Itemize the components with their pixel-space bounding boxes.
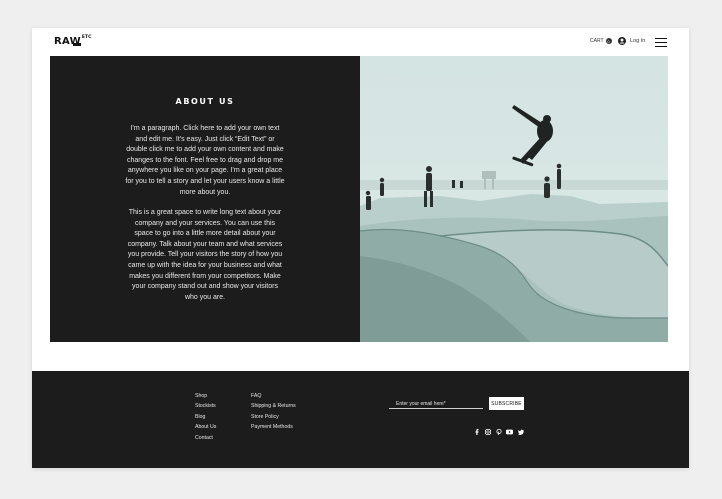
footer-link-contact[interactable]: Contact — [195, 435, 216, 442]
footer-link-stockists[interactable]: Stockists — [195, 403, 216, 410]
cart-label: CART — [590, 38, 604, 44]
youtube-icon[interactable] — [506, 428, 513, 435]
footer-link-about-us[interactable]: About Us — [195, 424, 216, 431]
hamburger-menu-icon[interactable] — [655, 38, 667, 48]
footer-link-shop[interactable]: Shop — [195, 393, 216, 400]
footer-links-column-1: Shop Stockists Blog About Us Contact — [195, 393, 216, 442]
login-label: Log In — [630, 38, 646, 44]
site-header: RAW ETC CART 0 Log In — [32, 28, 689, 56]
about-section: ABOUT US I'm a paragraph. Click here to … — [50, 56, 360, 342]
social-icons — [473, 428, 524, 435]
twitter-icon[interactable] — [517, 428, 524, 435]
footer-link-faq[interactable]: FAQ — [251, 393, 296, 400]
facebook-icon[interactable] — [473, 428, 480, 435]
about-title: ABOUT US — [175, 97, 235, 106]
about-paragraph-1: I'm a paragraph. Click here to add your … — [125, 125, 285, 196]
pinterest-icon[interactable] — [495, 428, 502, 435]
site-footer: Shop Stockists Blog About Us Contact FAQ… — [32, 371, 689, 468]
skatepark-illustration — [360, 56, 668, 342]
about-paragraph-2: This is a great space to write long text… — [127, 209, 283, 301]
email-input[interactable]: Enter your email here* — [389, 399, 483, 409]
cart-count-badge: 0 — [605, 38, 612, 44]
logo-bar — [73, 43, 81, 46]
login-button[interactable]: Log In — [618, 37, 645, 45]
instagram-icon[interactable] — [484, 428, 491, 435]
footer-link-shipping-returns[interactable]: Shipping & Returns — [251, 403, 296, 410]
footer-link-payment-methods[interactable]: Payment Methods — [251, 424, 296, 431]
user-icon — [618, 37, 626, 45]
subscribe-button[interactable]: SUBSCRIBE — [489, 397, 524, 410]
footer-links-column-2: FAQ Shipping & Returns Store Policy Paym… — [251, 393, 296, 431]
website-page: RAW ETC CART 0 Log In ABOUT US I'm a par… — [32, 28, 689, 468]
logo-superscript: ETC — [81, 35, 92, 40]
skatepark-photo — [360, 56, 668, 342]
cart-button[interactable]: CART 0 — [590, 38, 612, 44]
footer-link-store-policy[interactable]: Store Policy — [251, 414, 296, 421]
footer-link-blog[interactable]: Blog — [195, 414, 216, 421]
